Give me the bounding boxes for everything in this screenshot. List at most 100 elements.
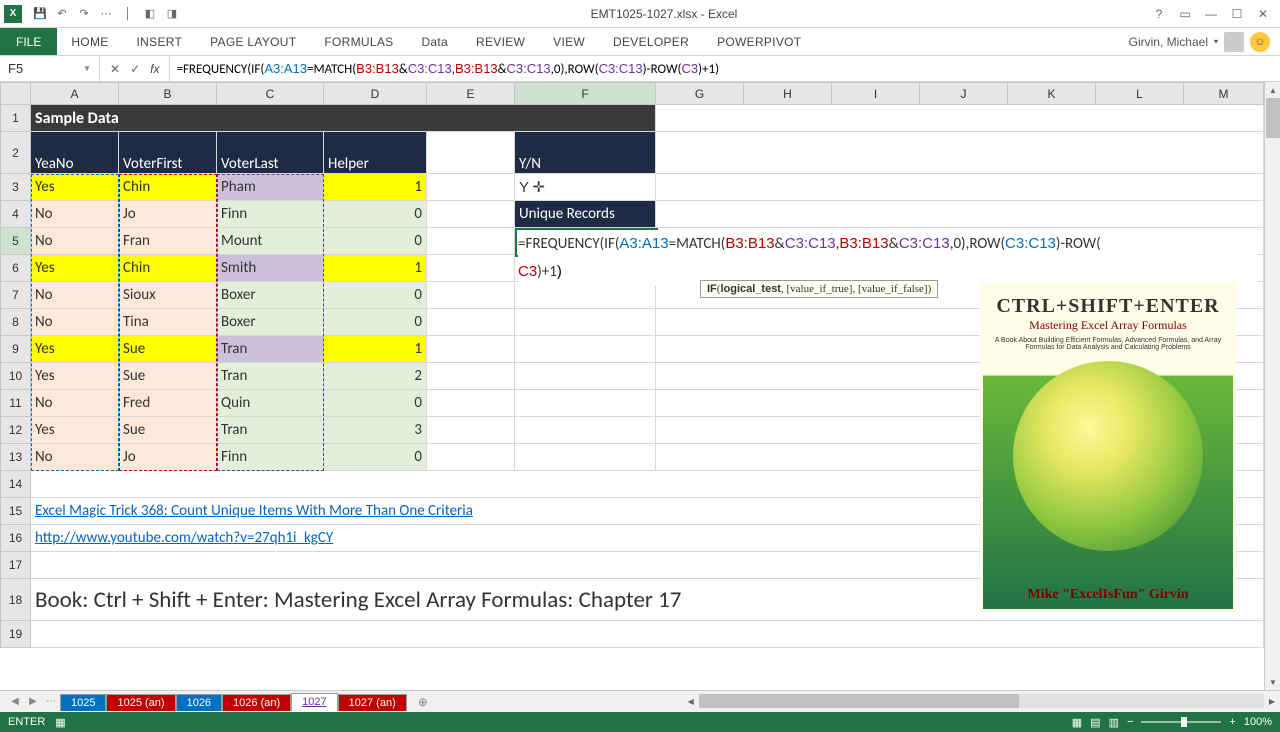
row-header[interactable]: 15: [1, 498, 31, 525]
col-header[interactable]: I: [832, 83, 920, 105]
cell[interactable]: 1: [324, 336, 427, 363]
feedback-icon[interactable]: ☺: [1250, 32, 1270, 52]
help-icon[interactable]: ?: [1148, 3, 1170, 25]
cell[interactable]: Tran: [217, 336, 324, 363]
cell[interactable]: Yes: [31, 174, 119, 201]
cell[interactable]: 0: [324, 282, 427, 309]
cell[interactable]: Pham: [217, 174, 324, 201]
row-header[interactable]: 3: [1, 174, 31, 201]
row-header[interactable]: 8: [1, 309, 31, 336]
row-header[interactable]: 2: [1, 132, 31, 174]
cell[interactable]: 1: [324, 255, 427, 282]
zoom-slider[interactable]: [1141, 721, 1221, 723]
cell[interactable]: Finn: [217, 201, 324, 228]
cell[interactable]: Helper: [324, 132, 427, 174]
cell[interactable]: Tran: [217, 363, 324, 390]
col-header[interactable]: D: [324, 83, 427, 105]
col-header[interactable]: A: [31, 83, 119, 105]
cell[interactable]: No: [31, 201, 119, 228]
cell[interactable]: Yes: [31, 417, 119, 444]
cell[interactable]: YeaNo: [31, 132, 119, 174]
formula-input[interactable]: =FREQUENCY(IF(A3:A13=MATCH(B3:B13&C3:C13…: [170, 61, 1280, 77]
tab-page-layout[interactable]: PAGE LAYOUT: [196, 28, 310, 55]
in-cell-formula[interactable]: =FREQUENCY(IF(A3:A13=MATCH(B3:B13&C3:C13…: [518, 230, 1258, 286]
col-header[interactable]: B: [119, 83, 217, 105]
row-header[interactable]: 5: [1, 228, 31, 255]
cell[interactable]: VoterFirst: [119, 132, 217, 174]
cell[interactable]: Y/N: [515, 132, 656, 174]
scroll-right-icon[interactable]: ▶: [1264, 691, 1280, 712]
cell[interactable]: 0: [324, 201, 427, 228]
row-header[interactable]: 11: [1, 390, 31, 417]
cancel-icon[interactable]: ✕: [110, 62, 120, 76]
cell[interactable]: 3: [324, 417, 427, 444]
cell[interactable]: Yes: [31, 255, 119, 282]
undo-icon[interactable]: ↶: [54, 6, 70, 22]
view-pagelayout-icon[interactable]: ▤: [1090, 716, 1100, 729]
tab-data[interactable]: Data: [407, 28, 462, 55]
cell[interactable]: Tran: [217, 417, 324, 444]
row-header[interactable]: 1: [1, 105, 31, 132]
close-icon[interactable]: ✕: [1252, 3, 1274, 25]
row-header[interactable]: 17: [1, 552, 31, 579]
cell[interactable]: Chin: [119, 174, 217, 201]
account-user[interactable]: Girvin, Michael ▾ ☺: [1119, 28, 1280, 55]
qat-custom-1-icon[interactable]: ◧: [142, 6, 158, 22]
col-header[interactable]: J: [920, 83, 1008, 105]
col-header[interactable]: F: [515, 83, 656, 105]
row-header[interactable]: 18: [1, 579, 31, 621]
row-header[interactable]: 4: [1, 201, 31, 228]
cell[interactable]: Sue: [119, 336, 217, 363]
maximize-icon[interactable]: ☐: [1226, 3, 1248, 25]
cell[interactable]: Sue: [119, 363, 217, 390]
cell[interactable]: 0: [324, 228, 427, 255]
tab-developer[interactable]: DEVELOPER: [599, 28, 703, 55]
redo-icon[interactable]: ↷: [76, 6, 92, 22]
tab-review[interactable]: REVIEW: [462, 28, 539, 55]
cell[interactable]: Boxer: [217, 309, 324, 336]
tab-powerpivot[interactable]: POWERPIVOT: [703, 28, 815, 55]
scroll-down-icon[interactable]: ▼: [1265, 674, 1280, 690]
sheet-tab[interactable]: 1026 (an): [222, 694, 291, 711]
cell[interactable]: Finn: [217, 444, 324, 471]
cell[interactable]: Boxer: [217, 282, 324, 309]
col-header[interactable]: C: [217, 83, 324, 105]
enter-icon[interactable]: ✓: [130, 62, 140, 76]
cell[interactable]: Sue: [119, 417, 217, 444]
minimize-icon[interactable]: —: [1200, 3, 1222, 25]
tab-home[interactable]: HOME: [57, 28, 122, 55]
cell[interactable]: VoterLast: [217, 132, 324, 174]
select-all-corner[interactable]: [1, 83, 31, 105]
tab-view[interactable]: VIEW: [539, 28, 599, 55]
col-header[interactable]: E: [427, 83, 515, 105]
sheet-tab[interactable]: 1026: [176, 694, 222, 711]
cell[interactable]: Sioux: [119, 282, 217, 309]
cell[interactable]: No: [31, 390, 119, 417]
col-header[interactable]: K: [1008, 83, 1096, 105]
vertical-scrollbar[interactable]: ▲ ▼: [1264, 82, 1280, 690]
cell[interactable]: Tina: [119, 309, 217, 336]
row-header[interactable]: 19: [1, 621, 31, 648]
hscroll-thumb[interactable]: [699, 694, 1019, 708]
row-header[interactable]: 7: [1, 282, 31, 309]
cell[interactable]: Mount: [217, 228, 324, 255]
sheet-nav-prev-icon[interactable]: ◀: [6, 696, 24, 707]
zoom-in-icon[interactable]: +: [1229, 716, 1235, 728]
row-header[interactable]: 10: [1, 363, 31, 390]
scroll-left-icon[interactable]: ◀: [683, 691, 699, 712]
row-header[interactable]: 14: [1, 471, 31, 498]
sheet-nav-more-icon[interactable]: ⋯: [42, 696, 60, 707]
horizontal-scrollbar[interactable]: ◀ ▶: [683, 691, 1280, 712]
col-header[interactable]: G: [656, 83, 744, 105]
macro-record-icon[interactable]: ▦: [55, 716, 65, 729]
qat-custom-2-icon[interactable]: ◨: [164, 6, 180, 22]
worksheet[interactable]: A B C D E F G H I J K L M 1 Sample Data …: [0, 82, 1280, 690]
cell[interactable]: Unique Records: [515, 201, 656, 228]
cell[interactable]: Smith: [217, 255, 324, 282]
view-pagebreak-icon[interactable]: ▥: [1109, 716, 1119, 729]
row-header[interactable]: 12: [1, 417, 31, 444]
cell[interactable]: Fred: [119, 390, 217, 417]
sheet-tab-active[interactable]: 1027: [291, 693, 337, 712]
fx-icon[interactable]: fx: [150, 62, 159, 76]
save-icon[interactable]: 💾: [32, 6, 48, 22]
